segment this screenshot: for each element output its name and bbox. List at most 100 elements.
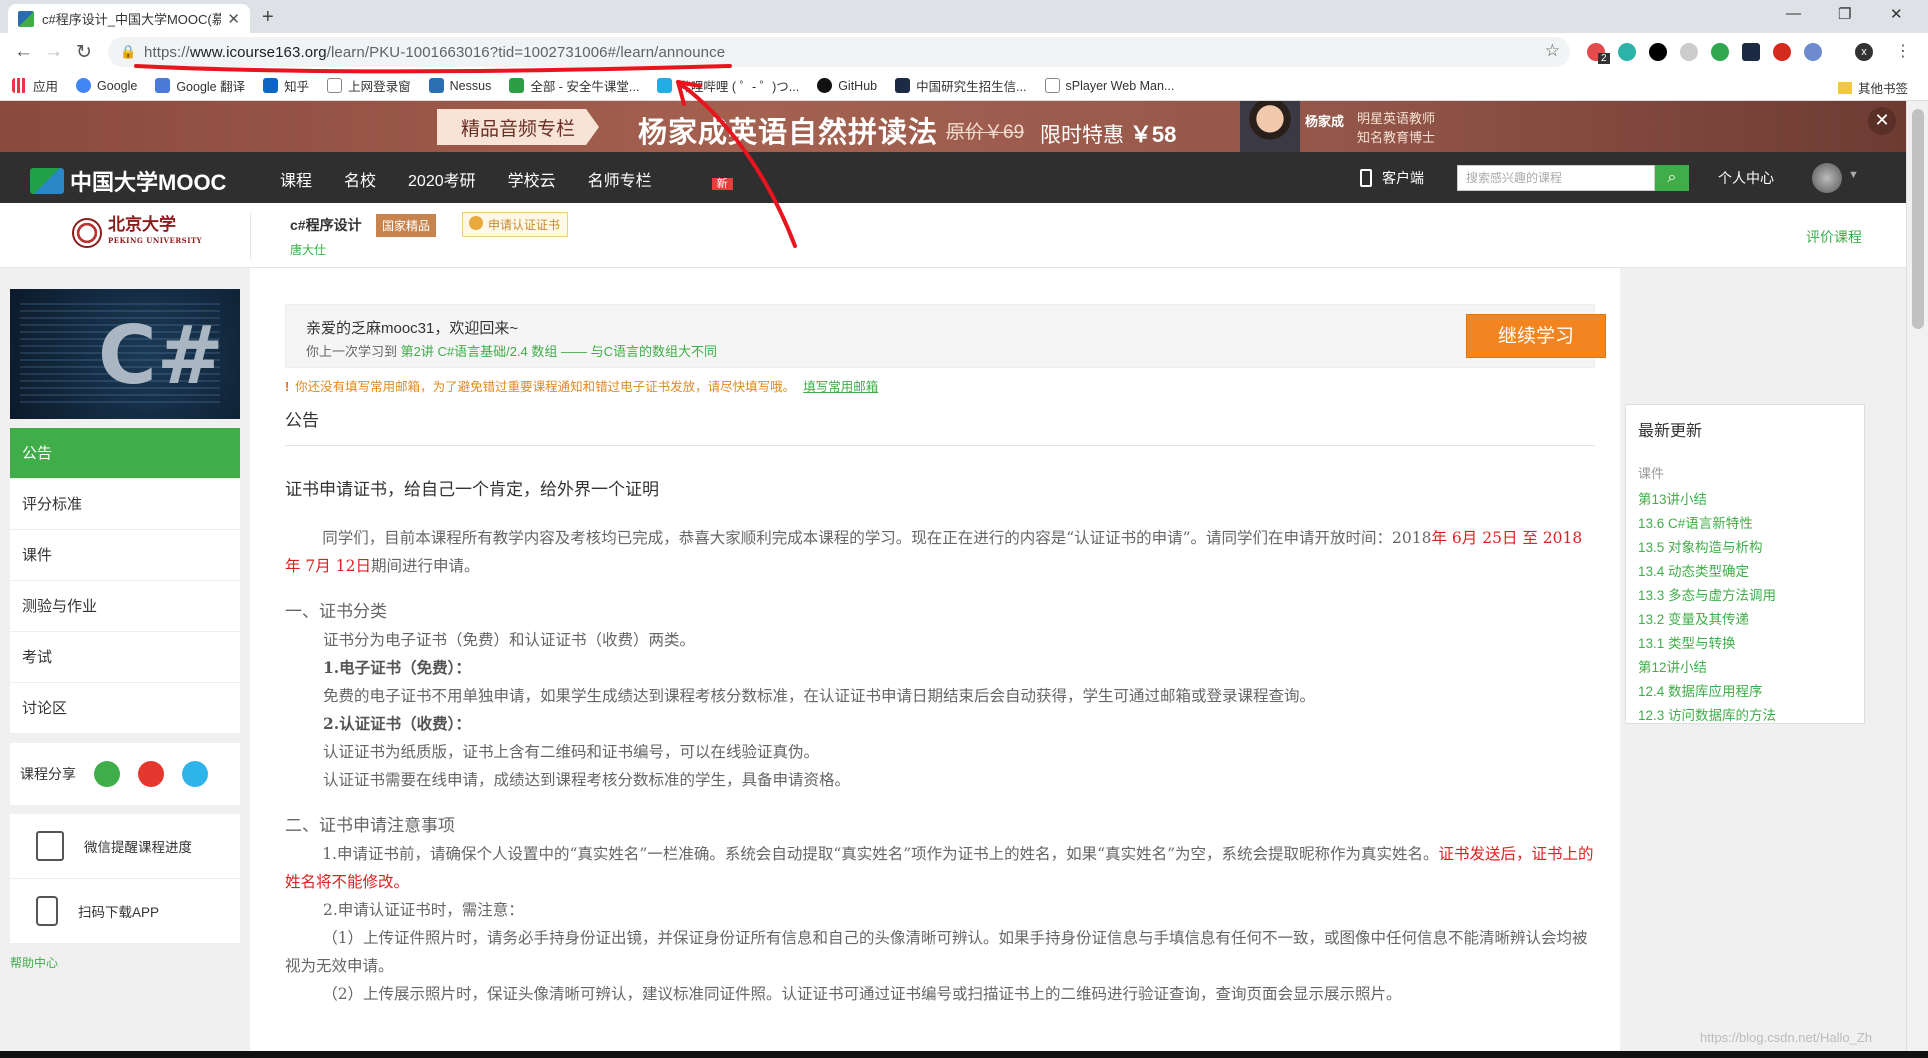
menu-forum[interactable]: 讨论区 bbox=[10, 683, 240, 734]
last-learned: 你上一次学习到 第2讲 C#语言基础/2.4 数组 —— 与C语言的数组大不同 bbox=[306, 344, 718, 359]
update-item[interactable]: 13.1 类型与转换 bbox=[1638, 632, 1852, 656]
update-item[interactable]: 12.4 数据库应用程序 bbox=[1638, 680, 1852, 704]
bilibili-icon bbox=[657, 78, 673, 93]
minimize-icon[interactable]: — bbox=[1786, 5, 1801, 22]
banner-close-icon[interactable]: ✕ bbox=[1868, 107, 1896, 135]
restore-icon[interactable]: ❐ bbox=[1838, 5, 1851, 23]
nessus-icon bbox=[428, 78, 444, 93]
new-tab-icon[interactable]: + bbox=[262, 6, 274, 29]
extension-icon[interactable] bbox=[1618, 43, 1636, 61]
bookmark-item[interactable]: 应用 bbox=[12, 76, 58, 95]
download-app-link[interactable]: 扫码下载APP bbox=[10, 879, 240, 944]
paragraph: （2）上传展示照片时，保证头像清晰可辨认，建议标准同证件照。认证证书可通过证书编… bbox=[322, 985, 1402, 1003]
bookmark-item[interactable]: 哔哩哔哩 ( ゜- ゜)つ... bbox=[657, 76, 799, 95]
update-item[interactable]: 第13讲小结 bbox=[1638, 488, 1852, 512]
nav-teacher-column[interactable]: 名师专栏新 bbox=[588, 167, 737, 191]
fill-email-link[interactable]: 填写常用邮箱 bbox=[803, 380, 878, 394]
paragraph: 1.电子证书（免费）： bbox=[323, 658, 471, 677]
bookmark-item[interactable]: Google 翻译 bbox=[155, 76, 245, 95]
share-label: 课程分享 bbox=[20, 766, 76, 782]
banner-original-price: 原价￥69 bbox=[946, 122, 1025, 143]
wechat-icon[interactable] bbox=[94, 761, 120, 787]
bookmark-item[interactable]: 全部 - 安全牛课堂... bbox=[509, 76, 639, 95]
extension-badge: 2 bbox=[1598, 53, 1610, 64]
help-center-link[interactable]: 帮助中心 bbox=[10, 954, 240, 971]
nav-school-cloud[interactable]: 学校云 bbox=[508, 167, 556, 191]
last-lesson-link[interactable]: 第2讲 C#语言基础/2.4 数组 —— 与C语言的数组大不同 bbox=[401, 344, 717, 359]
wechat-reminder-link[interactable]: 微信提醒课程进度 bbox=[10, 814, 240, 879]
course-teacher[interactable]: 唐大仕 bbox=[290, 241, 326, 258]
paragraph: 认证证书需要在线申请，成绩达到课程考核分数标准的学生，具备申请资格。 bbox=[323, 771, 851, 789]
address-bar[interactable]: 🔒 https://www.icourse163.org/learn/PKU-1… bbox=[108, 37, 1570, 67]
main-content: 亲爱的乏麻mooc31，欢迎回来~ 你上一次学习到 第2讲 C#语言基础/2.4… bbox=[250, 268, 1620, 1058]
forward-icon[interactable]: → bbox=[44, 41, 63, 63]
certificate-icon bbox=[469, 216, 483, 230]
continue-learning-button[interactable]: 继续学习 bbox=[1466, 314, 1606, 358]
bookmark-item[interactable]: sPlayer Web Man... bbox=[1044, 78, 1174, 93]
back-icon[interactable]: ← bbox=[14, 41, 33, 63]
browser-tab-active[interactable]: c#程序设计_中国大学MOOC(慕 ✕ bbox=[8, 4, 250, 33]
nav-schools[interactable]: 名校 bbox=[344, 167, 376, 191]
adblock-icon[interactable] bbox=[1773, 43, 1791, 61]
page-icon bbox=[327, 78, 343, 93]
evaluate-course-link[interactable]: 评价课程 bbox=[1806, 227, 1862, 247]
bookmark-star-icon[interactable]: ☆ bbox=[1545, 41, 1560, 61]
menu-exams[interactable]: 考试 bbox=[10, 632, 240, 683]
menu-kebab-icon[interactable]: ⋮ bbox=[1895, 41, 1911, 61]
extension-icon[interactable] bbox=[1742, 43, 1760, 61]
extension-icon[interactable] bbox=[1649, 43, 1667, 61]
shield-extension-icon[interactable] bbox=[1680, 43, 1698, 61]
weibo-icon[interactable] bbox=[138, 761, 164, 787]
divider bbox=[250, 213, 251, 259]
menu-announcements[interactable]: 公告 bbox=[10, 428, 240, 479]
warning-icon: ! bbox=[285, 380, 290, 394]
updates-category: 课件 bbox=[1638, 466, 1665, 481]
page-scrollbar[interactable] bbox=[1906, 101, 1928, 1058]
other-bookmarks[interactable]: 其他书签 bbox=[1837, 78, 1908, 97]
qq-icon[interactable] bbox=[182, 761, 208, 787]
lock-icon: 🔒 bbox=[120, 44, 137, 59]
evernote-icon[interactable] bbox=[1711, 43, 1729, 61]
search-icon[interactable]: ⌕ bbox=[1655, 165, 1689, 191]
user-avatar[interactable] bbox=[1812, 163, 1842, 193]
extension-icon[interactable] bbox=[1804, 43, 1822, 61]
apply-certificate-button[interactable]: 申请认证证书 bbox=[462, 212, 569, 237]
bookmark-item[interactable]: 上网登录窗 bbox=[327, 76, 411, 95]
close-tab-icon[interactable]: ✕ bbox=[227, 10, 240, 28]
site-logo[interactable]: 中国大学MOOC bbox=[30, 165, 226, 197]
chevron-down-icon[interactable]: ▼ bbox=[1848, 169, 1859, 181]
update-item[interactable]: 12.3 访问数据库的方法 bbox=[1638, 704, 1852, 728]
update-item[interactable]: 13.6 C#语言新特性 bbox=[1638, 512, 1852, 536]
update-item[interactable]: 13.5 对象构造与析构 bbox=[1638, 536, 1852, 560]
nav-kaoyan[interactable]: 2020考研 bbox=[408, 167, 476, 191]
reload-icon[interactable]: ↻ bbox=[76, 41, 92, 64]
close-window-icon[interactable]: ✕ bbox=[1890, 5, 1903, 23]
course-header: 北京大学 PEKING UNIVERSITY c#程序设计 国家精品 申请认证证书… bbox=[0, 203, 1906, 268]
translate-icon bbox=[155, 78, 171, 93]
scrollbar-thumb[interactable] bbox=[1912, 109, 1924, 329]
bookmark-item[interactable]: 知乎 bbox=[263, 76, 309, 95]
client-download[interactable]: 客户端 bbox=[1360, 168, 1424, 188]
profile-avatar[interactable]: x bbox=[1855, 43, 1873, 61]
university-logo[interactable]: 北京大学 PEKING UNIVERSITY bbox=[72, 217, 202, 249]
bookmark-item[interactable]: Nessus bbox=[428, 78, 491, 93]
update-item[interactable]: 13.2 变量及其传递 bbox=[1638, 608, 1852, 632]
banner-deal: 限时特惠 ￥58 bbox=[1040, 122, 1177, 147]
checklist-icon bbox=[36, 831, 64, 861]
menu-grading[interactable]: 评分标准 bbox=[10, 479, 240, 530]
menu-quizzes[interactable]: 测验与作业 bbox=[10, 581, 240, 632]
update-item[interactable]: 第12讲小结 bbox=[1638, 656, 1852, 680]
os-taskbar bbox=[0, 1051, 1928, 1058]
bookmark-item[interactable]: GitHub bbox=[817, 78, 877, 93]
updates-title: 最新更新 bbox=[1638, 423, 1703, 440]
promo-banner[interactable]: 精品音频专栏 杨家成英语自然拼读法 原价￥69 限时特惠 ￥58 杨家成 明星英… bbox=[0, 101, 1906, 152]
update-item[interactable]: 13.3 多态与虚方法调用 bbox=[1638, 584, 1852, 608]
menu-courseware[interactable]: 课件 bbox=[10, 530, 240, 581]
watermark-text: https://blog.csdn.net/Hallo_Zh bbox=[1700, 1030, 1872, 1045]
search-input[interactable]: 搜索感兴趣的课程 bbox=[1457, 165, 1655, 191]
update-item[interactable]: 13.4 动态类型确定 bbox=[1638, 560, 1852, 584]
personal-center-link[interactable]: 个人中心 bbox=[1718, 168, 1774, 188]
bookmark-item[interactable]: 中国研究生招生信... bbox=[895, 76, 1027, 95]
bookmark-item[interactable]: Google bbox=[76, 78, 137, 93]
nav-courses[interactable]: 课程 bbox=[280, 167, 312, 191]
